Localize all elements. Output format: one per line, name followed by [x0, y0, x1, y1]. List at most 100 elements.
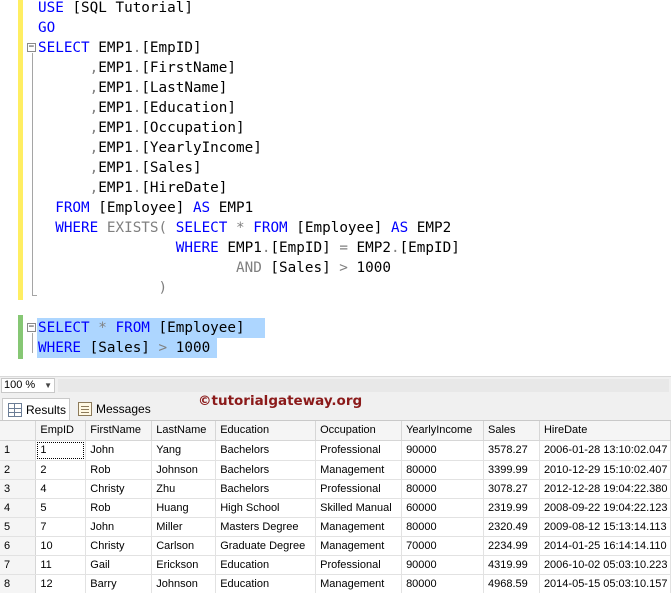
column-header-lastname[interactable]: LastName [151, 421, 217, 441]
row-number[interactable]: 7 [0, 555, 37, 575]
collapse-toggle[interactable]: − [27, 323, 36, 332]
table-row[interactable]: 1 1 John Yang Bachelors Professional 90000 3578… [0, 440, 671, 461]
grid-cell[interactable]: Management [315, 517, 403, 537]
table-row[interactable]: 6 10 Christy Carlson Graduate Degree Manageme… [0, 536, 671, 556]
code-line[interactable]: ,EMP1.[Education] [38, 98, 236, 118]
column-header-occupation[interactable]: Occupation [315, 421, 403, 441]
zoom-select[interactable]: 100 % ▼ [1, 378, 55, 393]
table-row[interactable]: 5 7 John Miller Masters Degree Management 8000… [0, 517, 671, 537]
grid-cell[interactable]: Bachelors [215, 479, 317, 499]
grid-cell[interactable]: Carlson [151, 536, 217, 556]
grid-cell[interactable]: 12 [35, 574, 87, 593]
grid-cell[interactable]: 80000 [401, 574, 484, 593]
row-number[interactable]: 5 [0, 517, 37, 537]
table-row[interactable]: 3 4 Christy Zhu Bachelors Professional 80000 30… [0, 479, 671, 499]
grid-cell[interactable]: 2 [35, 460, 87, 480]
code-line[interactable]: ,EMP1.[YearlyIncome] [38, 138, 262, 158]
grid-cell[interactable]: 2010-12-29 15:10:02.407 [539, 460, 671, 480]
grid-cell[interactable]: Bachelors [215, 460, 317, 480]
tab-messages[interactable]: Messages [73, 398, 153, 420]
code-line[interactable]: WHERE EMP1.[EmpID] = EMP2.[EmpID] [38, 238, 460, 258]
results-grid[interactable]: EmpID FirstName LastName Education Occupatio… [0, 421, 671, 593]
grid-cell[interactable]: 2006-10-02 05:03:10.223 [539, 555, 671, 575]
grid-cell[interactable]: 80000 [401, 479, 484, 499]
table-row[interactable]: 8 12 Barry Johnson Education Management 80000 4… [0, 574, 671, 593]
code-line[interactable]: SELECT EMP1.[EmpID] [38, 38, 202, 58]
grid-cell[interactable]: Johnson [151, 574, 217, 593]
row-number[interactable]: 1 [0, 440, 37, 461]
grid-cell[interactable]: 70000 [401, 536, 484, 556]
code-line[interactable]: ,EMP1.[FirstName] [38, 58, 236, 78]
column-header-yearlyincome[interactable]: YearlyIncome [401, 421, 484, 441]
grid-cell[interactable]: Erickson [151, 555, 217, 575]
grid-cell[interactable]: Miller [151, 517, 217, 537]
grid-cell[interactable]: 3399.99 [483, 460, 540, 480]
grid-cell[interactable]: 60000 [401, 498, 484, 518]
row-number[interactable]: 2 [0, 460, 37, 480]
grid-cell[interactable]: Christy [85, 536, 153, 556]
grid-cell[interactable]: Education [215, 555, 317, 575]
row-header-corner[interactable] [0, 421, 37, 441]
grid-cell[interactable]: John [85, 440, 153, 461]
row-number[interactable]: 3 [0, 479, 37, 499]
grid-cell[interactable]: 2012-12-28 19:04:22.380 [539, 479, 671, 499]
grid-cell[interactable]: Education [215, 574, 317, 593]
grid-cell[interactable]: 2319.99 [483, 498, 540, 518]
column-header-education[interactable]: Education [215, 421, 317, 441]
grid-cell[interactable]: Graduate Degree [215, 536, 317, 556]
code-line[interactable]: WHERE [Sales] > 1000 [38, 338, 210, 358]
horizontal-scrollbar[interactable] [58, 379, 669, 392]
table-row[interactable]: 7 11 Gail Erickson Education Professional 9000… [0, 555, 671, 575]
grid-cell[interactable]: Bachelors [215, 440, 317, 461]
code-line[interactable]: ,EMP1.[Occupation] [38, 118, 245, 138]
grid-cell[interactable]: Professional [315, 555, 403, 575]
grid-cell[interactable]: Professional [315, 440, 403, 461]
grid-cell[interactable]: Rob [85, 460, 153, 480]
row-number[interactable]: 8 [0, 574, 37, 593]
grid-cell[interactable]: Zhu [151, 479, 217, 499]
grid-cell[interactable]: 3578.27 [483, 440, 540, 461]
grid-cell[interactable]: 80000 [401, 517, 484, 537]
column-header-sales[interactable]: Sales [483, 421, 540, 441]
grid-cell[interactable]: 4319.99 [483, 555, 540, 575]
grid-cell[interactable]: Management [315, 536, 403, 556]
code-line[interactable]: AND [Sales] > 1000 [38, 258, 391, 278]
grid-cell[interactable]: 90000 [401, 555, 484, 575]
grid-cell[interactable]: 4 [35, 479, 87, 499]
grid-cell[interactable]: 90000 [401, 440, 484, 461]
grid-cell[interactable]: Masters Degree [215, 517, 317, 537]
grid-cell[interactable]: 3078.27 [483, 479, 540, 499]
grid-cell[interactable]: 2320.49 [483, 517, 540, 537]
row-number[interactable]: 6 [0, 536, 37, 556]
grid-cell[interactable]: Yang [151, 440, 217, 461]
code-line[interactable]: FROM [Employee] AS EMP1 [38, 198, 253, 218]
grid-cell[interactable]: Professional [315, 479, 403, 499]
grid-cell[interactable]: 11 [35, 555, 87, 575]
grid-cell[interactable]: 10 [35, 536, 87, 556]
grid-cell[interactable]: Skilled Manual [315, 498, 403, 518]
grid-cell[interactable]: 2008-09-22 19:04:22.123 [539, 498, 671, 518]
code-line[interactable]: ,EMP1.[Sales] [38, 158, 202, 178]
grid-cell[interactable]: Management [315, 460, 403, 480]
grid-cell[interactable]: Management [315, 574, 403, 593]
code-line[interactable]: ,EMP1.[HireDate] [38, 178, 228, 198]
code-line[interactable]: SELECT * FROM [Employee] [38, 318, 253, 338]
grid-cell[interactable]: 2014-01-25 16:14:14.110 [539, 536, 671, 556]
code-line[interactable]: GO [38, 18, 55, 38]
grid-cell[interactable]: Barry [85, 574, 153, 593]
grid-cell[interactable]: 4968.59 [483, 574, 540, 593]
grid-cell[interactable]: Christy [85, 479, 153, 499]
column-header-hiredate[interactable]: HireDate [539, 421, 671, 441]
collapse-toggle[interactable]: − [27, 43, 36, 52]
grid-cell[interactable]: 2014-05-15 05:03:10.157 [539, 574, 671, 593]
table-row[interactable]: 2 2 Rob Johnson Bachelors Management 80000 3399… [0, 460, 671, 480]
grid-cell[interactable]: 7 [35, 517, 87, 537]
code-line[interactable]: ) [38, 278, 168, 298]
tab-results[interactable]: Results [2, 398, 70, 420]
row-number[interactable]: 4 [0, 498, 37, 518]
code-line[interactable]: WHERE EXISTS( SELECT * FROM [Employee] A… [38, 218, 451, 238]
grid-cell[interactable]: Rob [85, 498, 153, 518]
table-row[interactable]: 4 5 Rob Huang High School Skilled Manual 60000… [0, 498, 671, 518]
grid-cell[interactable]: Johnson [151, 460, 217, 480]
grid-cell[interactable]: High School [215, 498, 317, 518]
